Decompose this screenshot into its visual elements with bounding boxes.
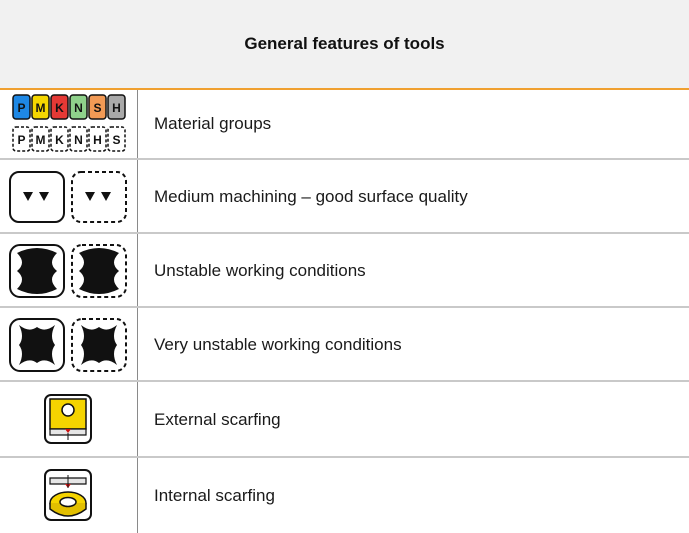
table-row: Very unstable working conditions — [0, 306, 689, 382]
table-row: Internal scarfing — [0, 456, 689, 533]
material-letter: H — [93, 133, 102, 147]
icon-cell — [0, 458, 138, 533]
internal-scarfing-icon — [43, 468, 92, 521]
icon-cell — [0, 160, 138, 234]
icon-cell — [0, 382, 138, 458]
material-groups-icon: PMKNSH PMKNHS — [11, 94, 126, 152]
features-table: General features of tools PMKNSH PMKNHS … — [0, 0, 689, 533]
material-letter: K — [55, 133, 64, 147]
material-letter: S — [112, 133, 120, 147]
table-row: Unstable working conditions — [0, 232, 689, 308]
material-letter: N — [74, 101, 83, 115]
material-letter: P — [17, 133, 25, 147]
row-label: Very unstable working conditions — [154, 335, 402, 354]
material-letter: S — [93, 101, 101, 115]
row-label: Internal scarfing — [154, 485, 275, 505]
icon-cell — [0, 234, 138, 308]
table-title: General features of tools — [244, 34, 445, 53]
material-letter: M — [35, 101, 45, 115]
row-label: Medium machining – good surface quality — [154, 187, 468, 206]
table-header: General features of tools — [0, 0, 689, 90]
material-letter: M — [35, 133, 45, 147]
very-unstable-conditions-icon — [8, 318, 127, 372]
icon-cell — [0, 308, 138, 382]
material-letter: K — [55, 101, 64, 115]
row-label: Material groups — [154, 114, 272, 133]
material-letter: N — [74, 133, 83, 147]
icon-cell: PMKNSH PMKNHS — [0, 90, 138, 158]
material-letter: P — [17, 101, 25, 115]
material-letter: H — [112, 101, 121, 115]
unstable-conditions-icon — [8, 244, 127, 298]
table-row: PMKNSH PMKNHS Material groups — [0, 90, 689, 158]
medium-machining-icon — [8, 171, 127, 223]
external-scarfing-icon — [43, 394, 92, 444]
row-label: External scarfing — [154, 410, 281, 429]
row-label: Unstable working conditions — [154, 261, 366, 280]
table-row: Medium machining – good surface quality — [0, 158, 689, 234]
table-row: External scarfing — [0, 380, 689, 458]
